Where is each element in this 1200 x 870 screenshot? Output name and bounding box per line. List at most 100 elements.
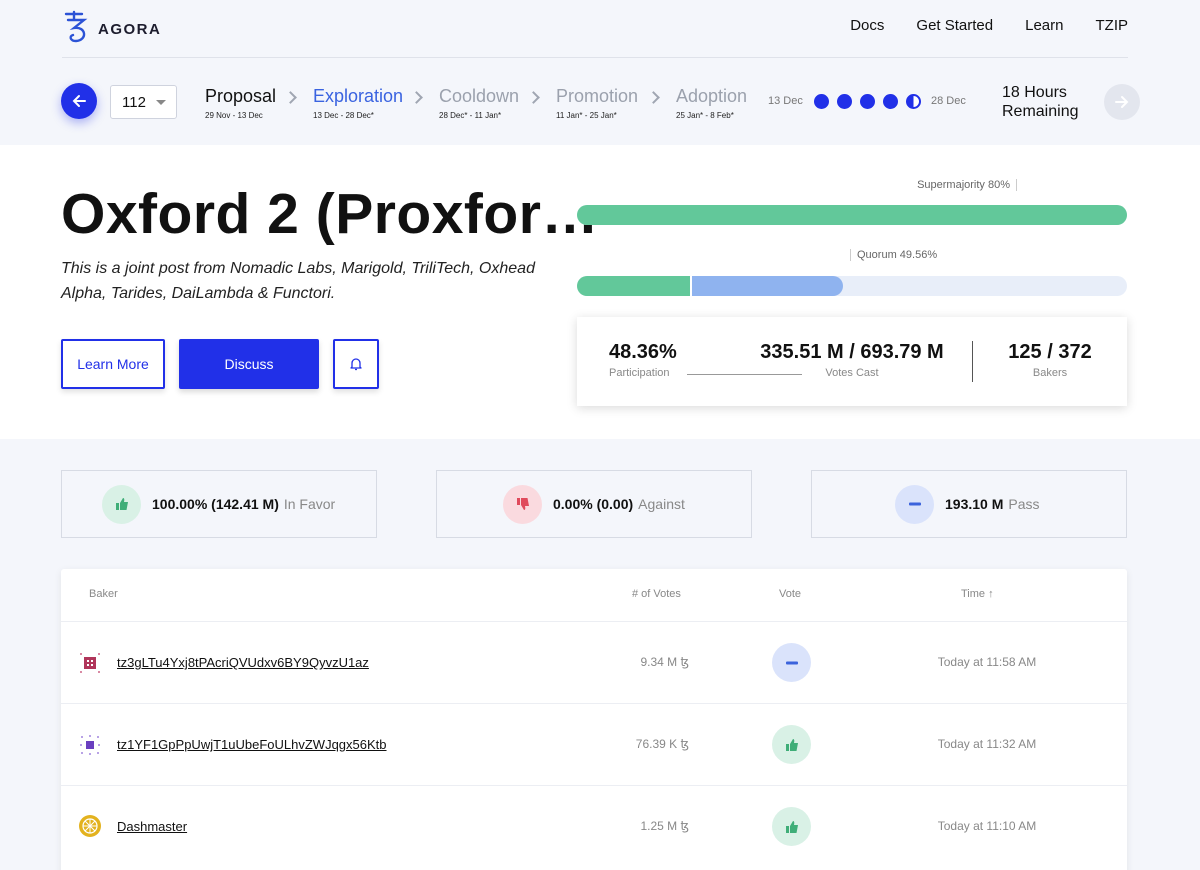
baker-link[interactable]: tz3gLTu4Yxj8tPAcriQVUdxv6BY9QyvzU1az xyxy=(117,655,369,670)
stage-cooldown[interactable]: Cooldown 28 Dec* - 11 Jan* xyxy=(439,86,519,120)
votes-cast-value: 335.51 M / 693.79 M xyxy=(760,341,944,363)
chevron-right-icon xyxy=(410,91,423,104)
votes-cast-stat: 335.51 M / 693.79 M Votes Cast xyxy=(737,341,967,379)
vote-count: 76.39 K ꜩ xyxy=(635,737,689,751)
chevron-right-icon xyxy=(527,91,540,104)
supermajority-label: Supermajority 80% xyxy=(917,179,1017,191)
progress-dot-partial xyxy=(906,94,921,109)
top-header: AGORA Docs Get Started Learn TZIP 112 Pr… xyxy=(0,0,1200,145)
table-row: tz1YF1GpPpUwjT1uUbeFoULhvZWJqgx56Ktb 76.… xyxy=(61,703,1127,785)
quorum-label: Quorum 49.56% xyxy=(850,249,937,261)
nav-tzip[interactable]: TZIP xyxy=(1096,17,1129,34)
stat-divider xyxy=(972,341,973,382)
agora-logo[interactable]: AGORA xyxy=(62,10,161,44)
thumbs-up-icon xyxy=(102,484,141,524)
stage-dates: 28 Dec* - 11 Jan* xyxy=(439,111,502,120)
in-favor-value: 100.00% (142.41 M) xyxy=(152,496,279,512)
progress-dot xyxy=(837,94,852,109)
period-select-value: 112 xyxy=(122,93,146,111)
stage-name: Promotion xyxy=(556,86,639,106)
bell-icon xyxy=(350,358,362,371)
pass-minus-icon xyxy=(895,484,934,524)
stage-proposal[interactable]: Proposal 29 Nov - 13 Dec xyxy=(205,86,276,120)
baker-avatar xyxy=(80,653,100,673)
bakers-value: 125 / 372 xyxy=(1008,341,1092,363)
progress-dot xyxy=(860,94,875,109)
supermajority-bar-fill xyxy=(577,205,1127,225)
period-select[interactable]: 112 xyxy=(110,85,177,119)
proposal-subtitle: This is a joint post from Nomadic Labs, … xyxy=(61,260,535,302)
baker-link[interactable]: Dashmaster xyxy=(117,819,187,834)
pass-value: 193.10 M xyxy=(945,496,1004,512)
thumbs-down-icon xyxy=(503,484,542,524)
against-card: 0.00% (0.00) Against xyxy=(436,470,752,538)
previous-period-button[interactable] xyxy=(61,83,97,119)
chevron-right-icon xyxy=(284,91,297,104)
time-remaining-label: Remaining xyxy=(1002,103,1079,120)
quorum-bar xyxy=(577,276,1127,296)
chevron-right-icon xyxy=(647,91,660,104)
next-period-button[interactable] xyxy=(1104,84,1140,120)
participation-label: Participation xyxy=(609,367,670,379)
notify-button[interactable] xyxy=(333,339,379,389)
progress-end-date: 28 Dec xyxy=(931,95,966,107)
vote-time: Today at 11:32 AM xyxy=(937,737,1037,751)
pass-card: 193.10 M Pass xyxy=(811,470,1127,538)
stage-promotion[interactable]: Promotion 11 Jan* - 25 Jan* xyxy=(556,86,638,120)
stage-name: Adoption xyxy=(676,86,748,106)
header-divider xyxy=(62,57,1128,58)
supermajority-bar xyxy=(577,205,1127,225)
bakers-label: Bakers xyxy=(1032,367,1068,379)
votes-cast-label: Votes Cast xyxy=(825,367,879,379)
arrow-left-icon xyxy=(72,95,86,107)
column-header-votes[interactable]: # of Votes xyxy=(632,588,681,600)
top-nav: Docs Get Started Learn TZIP xyxy=(850,17,1128,34)
table-row: Dashmaster 1.25 M ꜩ Today at 11:10 AM xyxy=(61,785,1127,867)
stage-adoption[interactable]: Adoption 25 Jan* - 8 Feb* xyxy=(676,86,747,120)
proposal-title: Oxford 2 (Proxfor… xyxy=(61,182,599,246)
stage-name: Proposal xyxy=(205,86,277,106)
pass-label: Pass xyxy=(1008,496,1040,512)
quorum-bar-yay-fill xyxy=(577,276,690,296)
pass-minus-icon xyxy=(772,643,811,682)
votes-table: Baker # of Votes Vote Time ↑ tz3gLTu4Yxj… xyxy=(61,569,1127,870)
thumbs-up-icon xyxy=(772,725,811,764)
proposal-hero: Oxford 2 (Proxfor… This is a joint post … xyxy=(0,145,1200,439)
discuss-button[interactable]: Discuss xyxy=(179,339,319,389)
stage-name: Exploration xyxy=(313,86,404,106)
against-label: Against xyxy=(638,496,685,512)
arrow-right-icon xyxy=(1115,96,1129,108)
time-remaining-value: 18 Hours xyxy=(1002,84,1067,101)
stage-dates: 29 Nov - 13 Dec xyxy=(205,111,263,120)
baker-link[interactable]: tz1YF1GpPpUwjT1uUbeFoULhvZWJqgx56Ktb xyxy=(117,737,387,752)
participation-stat: 48.36% Participation xyxy=(609,341,677,379)
baker-avatar xyxy=(80,735,100,755)
nav-docs[interactable]: Docs xyxy=(850,17,884,34)
progress-dot xyxy=(814,94,829,109)
tezos-logo-icon xyxy=(64,10,88,43)
vote-time: Today at 11:10 AM xyxy=(937,819,1037,833)
dashmaster-logo-icon xyxy=(79,815,101,837)
in-favor-label: In Favor xyxy=(283,496,336,512)
column-header-vote[interactable]: Vote xyxy=(779,588,801,600)
bakers-stat: 125 / 372 Bakers xyxy=(995,341,1105,379)
stage-exploration[interactable]: Exploration 13 Dec - 28 Dec* xyxy=(313,86,403,120)
table-row: tz3gLTu4Yxj8tPAcriQVUdxv6BY9QyvzU1az 9.3… xyxy=(61,621,1127,703)
progress-start-date: 13 Dec xyxy=(768,95,803,107)
chevron-down-icon xyxy=(156,100,166,105)
column-header-time[interactable]: Time ↑ xyxy=(961,588,994,600)
vote-count: 9.34 M ꜩ xyxy=(640,655,689,669)
vote-count: 1.25 M ꜩ xyxy=(640,819,689,833)
stage-name: Cooldown xyxy=(439,86,520,106)
stats-card: 48.36% Participation 335.51 M / 693.79 M… xyxy=(577,317,1127,406)
column-header-baker[interactable]: Baker xyxy=(89,588,118,600)
vote-time: Today at 11:58 AM xyxy=(937,655,1037,669)
learn-more-button[interactable]: Learn More xyxy=(61,339,165,389)
nav-get-started[interactable]: Get Started xyxy=(916,17,993,34)
quorum-bar-pass-fill xyxy=(689,276,843,296)
in-favor-card: 100.00% (142.41 M) In Favor xyxy=(61,470,377,538)
nav-learn[interactable]: Learn xyxy=(1025,17,1063,34)
against-value: 0.00% (0.00) xyxy=(553,496,634,512)
participation-value: 48.36% xyxy=(609,341,677,363)
stage-dates: 13 Dec - 28 Dec* xyxy=(313,111,374,120)
